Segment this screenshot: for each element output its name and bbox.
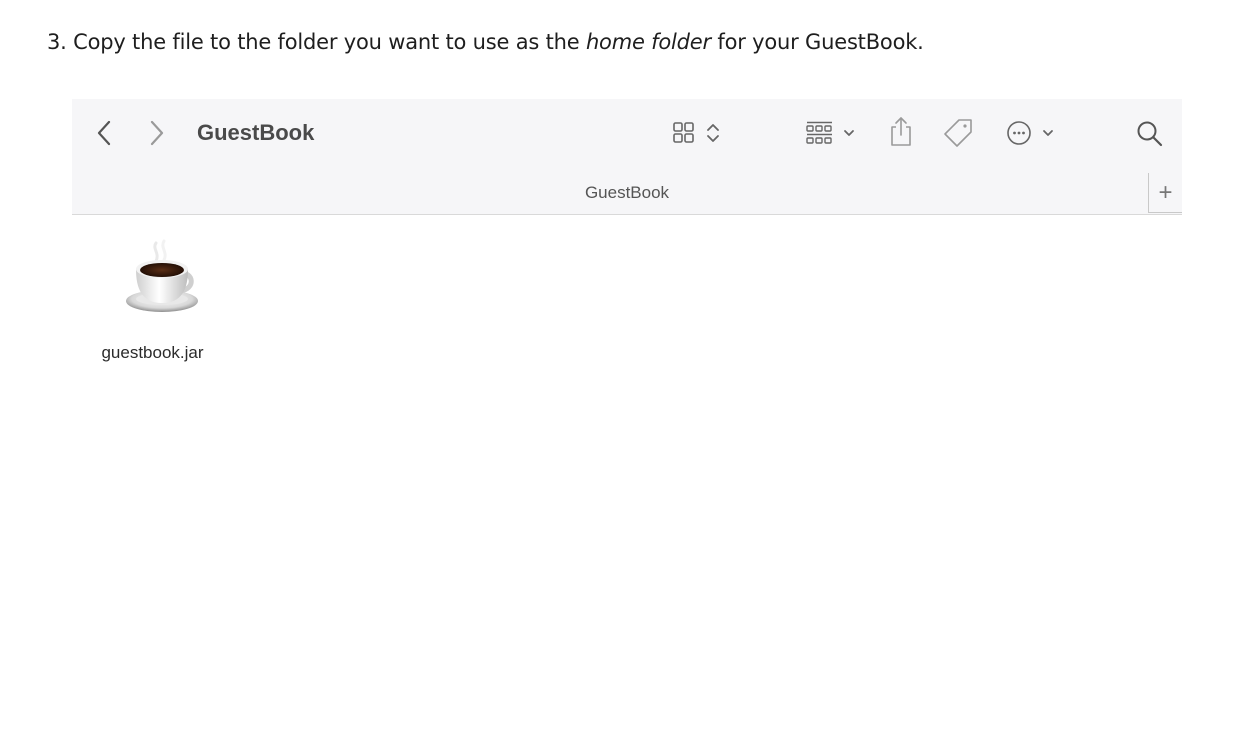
instruction-prefix: 3. Copy the file to the folder you want …: [47, 30, 586, 54]
instruction-suffix: for your GuestBook.: [710, 30, 924, 54]
forward-icon[interactable]: [149, 119, 165, 147]
back-icon[interactable]: [96, 119, 112, 147]
more-actions-icon[interactable]: [1006, 120, 1058, 148]
file-name-label: guestbook.jar: [101, 343, 204, 362]
share-icon[interactable]: [888, 115, 914, 147]
finder-window: GuestBook GuestBook + guestbook.jar: [72, 99, 1182, 739]
instruction-emphasis: home folder: [585, 30, 711, 54]
window-title: GuestBook: [197, 120, 315, 145]
new-tab-button[interactable]: +: [1148, 173, 1182, 213]
tab-bar: GuestBook +: [72, 167, 1182, 215]
search-icon[interactable]: [1136, 120, 1164, 148]
instruction-text: 3. Copy the file to the folder you want …: [47, 30, 924, 54]
icon-view-icon[interactable]: [672, 121, 728, 147]
toolbar: GuestBook: [72, 99, 1182, 167]
tag-icon[interactable]: [942, 117, 974, 149]
file-item[interactable]: guestbook.jar: [100, 239, 225, 369]
group-icon[interactable]: [806, 121, 862, 147]
tab-guestbook[interactable]: GuestBook: [72, 183, 1182, 203]
java-coffee-cup-icon: [122, 239, 202, 319]
